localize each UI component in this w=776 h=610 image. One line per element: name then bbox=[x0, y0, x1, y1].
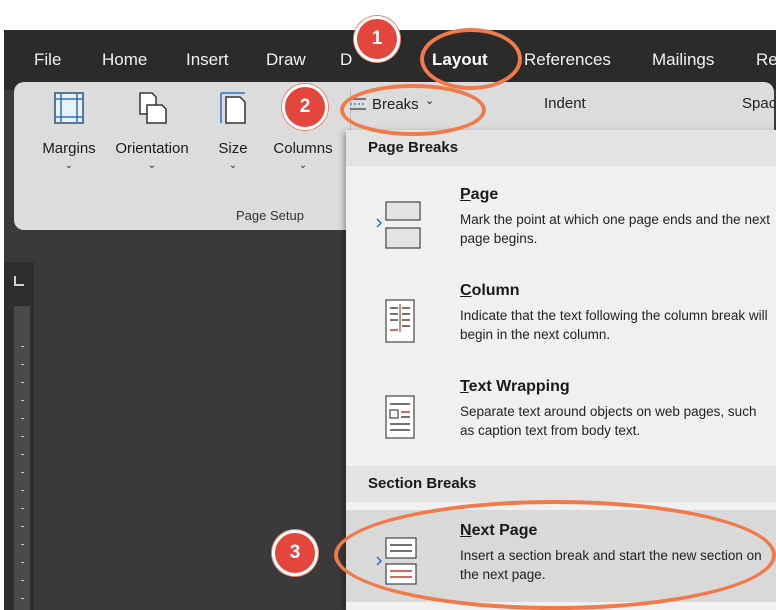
column-break-title: Column bbox=[460, 282, 520, 299]
column-break-option[interactable]: Column Indicate that the text following … bbox=[346, 270, 776, 362]
orientation-button[interactable]: Orientation ⌄ bbox=[104, 90, 200, 171]
size-button[interactable]: Size ⌄ bbox=[210, 90, 256, 171]
highlight-ring-next-page bbox=[334, 500, 776, 610]
tab-references[interactable]: References bbox=[524, 50, 611, 70]
ruler-tick bbox=[21, 490, 24, 491]
tab-review[interactable]: Re bbox=[756, 50, 776, 70]
text-wrapping-desc: Separate text around objects on web page… bbox=[460, 404, 757, 438]
text-wrapping-title: Text Wrapping bbox=[460, 378, 570, 395]
page-break-desc: Mark the point at which one page ends an… bbox=[460, 212, 770, 246]
ruler-tick bbox=[21, 562, 24, 563]
chevron-down-icon: ⌄ bbox=[298, 160, 308, 171]
column-break-desc: Indicate that the text following the col… bbox=[460, 308, 768, 342]
tab-home[interactable]: Home bbox=[102, 50, 147, 70]
ruler-tick bbox=[21, 544, 24, 545]
vertical-ruler bbox=[14, 306, 30, 610]
columns-label: Columns bbox=[273, 140, 333, 157]
ruler-tick bbox=[21, 580, 24, 581]
column-break-icon bbox=[385, 299, 415, 343]
size-label: Size bbox=[218, 140, 248, 157]
tab-insert[interactable]: Insert bbox=[186, 50, 229, 70]
ruler-tick bbox=[21, 364, 24, 365]
page-break-icon bbox=[376, 201, 421, 249]
tab-mailings[interactable]: Mailings bbox=[652, 50, 714, 70]
text-wrapping-option[interactable]: Text Wrapping Separate text around objec… bbox=[346, 366, 776, 458]
chevron-down-icon: ⌄ bbox=[228, 160, 238, 171]
ruler-tick bbox=[21, 508, 24, 509]
margins-icon bbox=[54, 92, 84, 124]
tab-draw[interactable]: Draw bbox=[266, 50, 306, 70]
page-setup-group-label: Page Setup bbox=[236, 208, 304, 223]
step-badge-2: 2 bbox=[282, 84, 328, 130]
ruler-tick bbox=[21, 526, 24, 527]
orientation-label: Orientation bbox=[115, 140, 189, 157]
page-break-option[interactable]: Page Mark the point at which one page en… bbox=[346, 174, 776, 266]
ruler-tick bbox=[21, 436, 24, 437]
chevron-down-icon: ⌄ bbox=[64, 160, 74, 171]
tab-design[interactable]: D bbox=[340, 50, 352, 70]
step-badge-1: 1 bbox=[354, 16, 400, 62]
text-wrapping-icon bbox=[385, 395, 415, 439]
ruler-tick bbox=[21, 418, 24, 419]
highlight-ring-breaks bbox=[340, 84, 486, 136]
size-icon bbox=[220, 92, 246, 124]
page-break-title: Page bbox=[460, 186, 499, 203]
ruler-tick bbox=[21, 472, 24, 473]
ruler-tick bbox=[21, 454, 24, 455]
ruler-tick bbox=[21, 346, 24, 347]
step-badge-3: 3 bbox=[272, 530, 318, 576]
margins-label: Margins bbox=[42, 140, 96, 157]
tab-file[interactable]: File bbox=[34, 50, 61, 70]
chevron-down-icon: ⌄ bbox=[147, 160, 157, 171]
highlight-ring-layout bbox=[420, 28, 522, 90]
ruler-tick bbox=[21, 598, 24, 599]
margins-button[interactable]: Margins ⌄ bbox=[34, 90, 104, 171]
spacing-label: Spac bbox=[742, 95, 776, 112]
section-breaks-header: Section Breaks bbox=[346, 466, 776, 502]
indent-label: Indent bbox=[544, 95, 586, 112]
orientation-icon bbox=[139, 92, 167, 124]
tab-selector-icon[interactable] bbox=[14, 276, 24, 286]
ruler-tick bbox=[21, 400, 24, 401]
ruler-tick bbox=[21, 382, 24, 383]
